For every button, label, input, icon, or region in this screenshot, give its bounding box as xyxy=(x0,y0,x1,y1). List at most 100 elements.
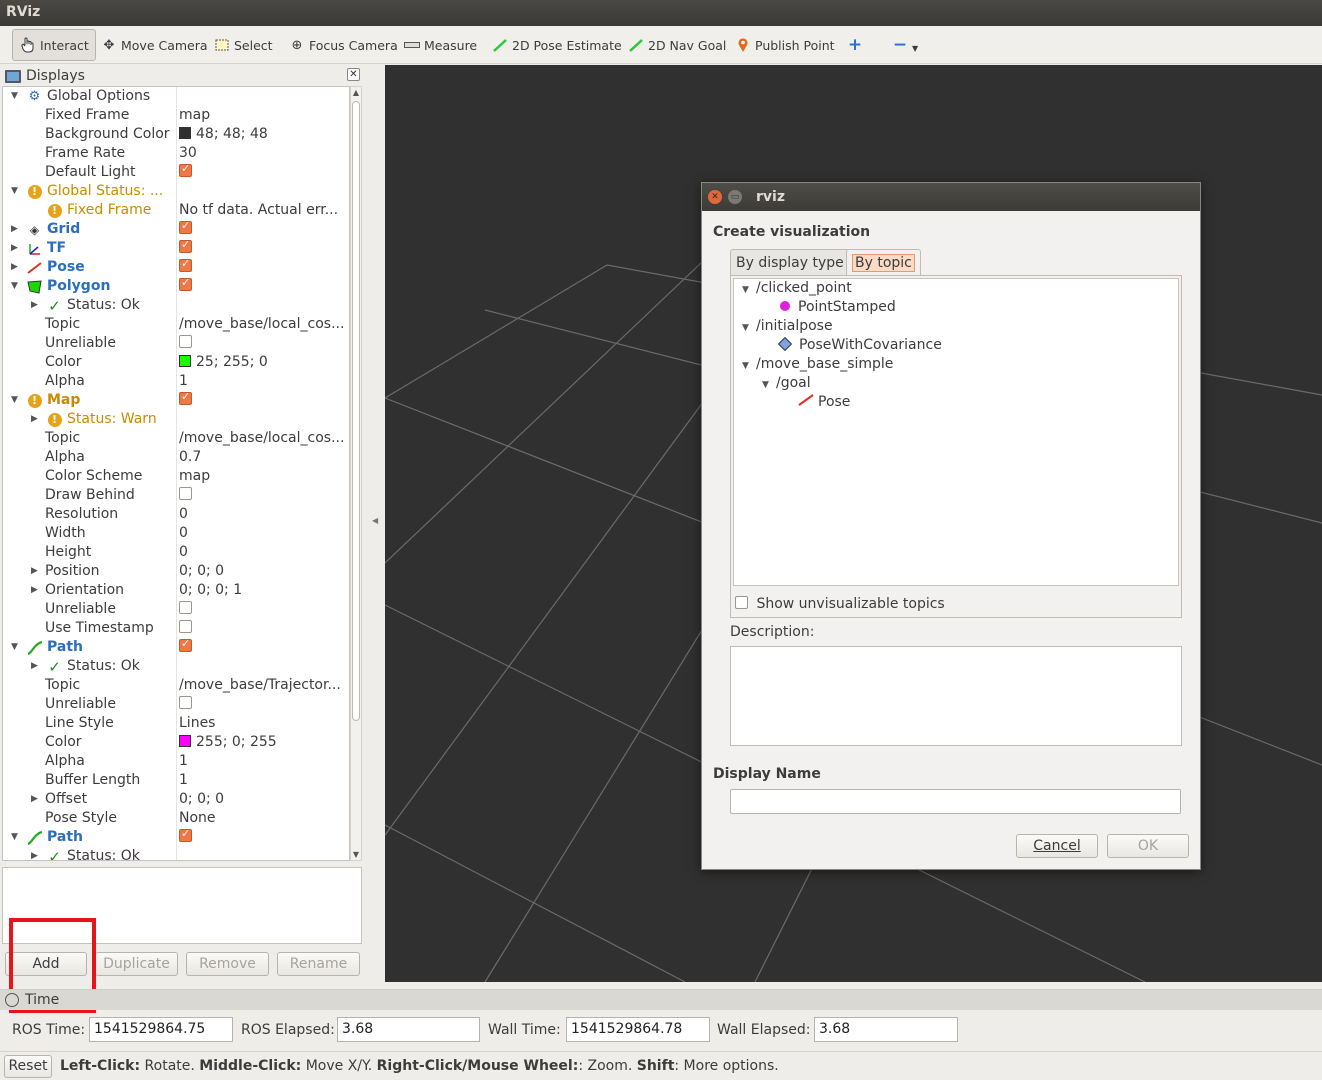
collapse-arrow-icon[interactable]: ▼ xyxy=(11,830,21,845)
display-row[interactable]: ▶ ✓ Status: Ok xyxy=(3,657,349,676)
tool-2d-nav-goal[interactable]: 2D Nav Goal xyxy=(627,29,726,61)
display-row[interactable]: ▶! Status: Warn xyxy=(3,410,349,429)
display-row-value-cell[interactable]: 0 xyxy=(179,544,347,560)
display-row-checkbox[interactable] xyxy=(179,240,347,256)
checkbox[interactable] xyxy=(179,487,192,500)
display-row-value-cell[interactable]: Lines xyxy=(179,715,347,731)
expand-arrow-icon[interactable]: ▶ xyxy=(11,222,21,237)
display-row[interactable]: Alpha 1 xyxy=(3,752,349,771)
display-row-value-cell[interactable]: 0 xyxy=(179,506,347,522)
display-row[interactable]: ▼ Path xyxy=(3,828,349,847)
display-row-checkbox[interactable] xyxy=(179,164,347,180)
display-row-value-cell[interactable]: 48; 48; 48 xyxy=(179,126,347,142)
topic-item[interactable]: ▼ /clicked_point xyxy=(742,279,852,298)
display-row-checkbox[interactable] xyxy=(179,829,347,845)
checkbox[interactable] xyxy=(179,221,192,234)
topic-item[interactable]: ▼ /initialpose xyxy=(742,317,833,336)
expand-arrow-icon[interactable]: ▶ xyxy=(31,849,41,860)
display-name-input[interactable] xyxy=(730,789,1181,814)
display-row-value-cell[interactable]: map xyxy=(179,107,347,123)
display-row-value-cell[interactable]: No tf data. Actual err... xyxy=(179,202,347,218)
cancel-button[interactable]: Cancel xyxy=(1016,834,1098,858)
display-row-value-cell[interactable]: 0 xyxy=(179,525,347,541)
display-row-checkbox[interactable] xyxy=(179,392,347,408)
checkbox[interactable] xyxy=(179,696,192,709)
tool-focus-camera[interactable]: ⊕ Focus Camera xyxy=(288,29,398,61)
checkbox[interactable] xyxy=(179,829,192,842)
tab-by-display-type[interactable]: By display type xyxy=(730,249,850,275)
tool-publish-point[interactable]: Publish Point xyxy=(734,29,835,61)
minimize-icon[interactable]: ▭ xyxy=(728,190,742,204)
display-row[interactable]: Color 255; 0; 255 xyxy=(3,733,349,752)
remove-button[interactable]: Remove xyxy=(186,952,269,976)
display-row-value-cell[interactable]: map xyxy=(179,468,347,484)
checkbox[interactable] xyxy=(179,278,192,291)
display-row[interactable]: Use Timestamp xyxy=(3,619,349,638)
expand-arrow-icon[interactable]: ▶ xyxy=(31,792,41,807)
checkbox[interactable] xyxy=(179,164,192,177)
display-row-value-cell[interactable]: None xyxy=(179,810,347,826)
checkbox[interactable] xyxy=(735,596,748,609)
wall-time-field[interactable]: 1541529864.78 xyxy=(566,1017,710,1042)
display-row-value-cell[interactable]: /move_base/local_cos... xyxy=(179,316,347,332)
display-row[interactable]: Fixed Frame map xyxy=(3,106,349,125)
display-row[interactable]: Unreliable xyxy=(3,600,349,619)
display-row[interactable]: ▼! Global Status: ... xyxy=(3,182,349,201)
display-type-item[interactable]: Pose xyxy=(798,393,850,412)
collapse-arrow-icon[interactable]: ▼ xyxy=(11,393,21,408)
checkbox[interactable] xyxy=(179,639,192,652)
display-row[interactable]: Color 25; 255; 0 xyxy=(3,353,349,372)
scroll-down-icon[interactable]: ▼ xyxy=(351,850,361,859)
checkbox[interactable] xyxy=(179,240,192,253)
topic-tree[interactable]: ▼ /clicked_point PointStamped ▼ /initialpo… xyxy=(733,278,1179,586)
display-row[interactable]: Draw Behind xyxy=(3,486,349,505)
display-row[interactable]: ▶ ◈ Grid xyxy=(3,220,349,239)
expand-arrow-icon[interactable]: ▶ xyxy=(31,583,41,598)
expand-arrow-icon[interactable]: ▶ xyxy=(11,241,21,256)
displays-tree[interactable]: ▼ ⚙ Global Options Fixed Frame map Background… xyxy=(2,86,350,861)
display-row[interactable]: ▶ TF xyxy=(3,239,349,258)
topic-item[interactable]: ▼ /goal xyxy=(762,374,811,393)
display-row[interactable]: ▶ ✓ Status: Ok xyxy=(3,296,349,315)
close-icon[interactable]: ✕ xyxy=(708,190,722,204)
display-row-value-cell[interactable]: 30 xyxy=(179,145,347,161)
display-row[interactable]: Frame Rate 30 xyxy=(3,144,349,163)
display-row-value-cell[interactable]: 25; 255; 0 xyxy=(179,354,347,370)
color-swatch[interactable] xyxy=(179,127,191,139)
display-row-checkbox[interactable] xyxy=(179,259,347,275)
expand-arrow-icon[interactable]: ▶ xyxy=(31,412,41,427)
display-row[interactable]: ▶ Pose xyxy=(3,258,349,277)
display-row[interactable]: Pose Style None xyxy=(3,809,349,828)
collapse-arrow-icon[interactable]: ▼ xyxy=(11,640,21,655)
display-row-value-cell[interactable]: 0; 0; 0 xyxy=(179,791,347,807)
color-swatch[interactable] xyxy=(179,735,191,747)
display-row-checkbox[interactable] xyxy=(179,639,347,655)
display-type-item[interactable]: PointStamped xyxy=(780,298,896,317)
display-row[interactable]: Unreliable xyxy=(3,695,349,714)
tool-measure[interactable]: Measure xyxy=(403,29,477,61)
scroll-up-icon[interactable]: ▲ xyxy=(351,88,361,97)
display-row-value-cell[interactable]: 0; 0; 0 xyxy=(179,563,347,579)
wall-elapsed-field[interactable]: 3.68 xyxy=(814,1017,958,1042)
checkbox[interactable] xyxy=(179,601,192,614)
display-row-checkbox[interactable] xyxy=(179,278,347,294)
display-row[interactable]: Alpha 0.7 xyxy=(3,448,349,467)
display-row-checkbox[interactable] xyxy=(179,487,347,503)
add-tool-button[interactable]: + xyxy=(846,29,867,61)
checkbox[interactable] xyxy=(179,392,192,405)
display-row[interactable]: Height 0 xyxy=(3,543,349,562)
tool-2d-pose-estimate[interactable]: 2D Pose Estimate xyxy=(491,29,622,61)
display-row-checkbox[interactable] xyxy=(179,601,347,617)
tool-select[interactable]: Select xyxy=(213,29,273,61)
checkbox[interactable] xyxy=(179,620,192,633)
display-row[interactable]: Buffer Length 1 xyxy=(3,771,349,790)
expand-arrow-icon[interactable]: ▶ xyxy=(31,659,41,674)
display-row-value-cell[interactable]: /move_base/local_cos... xyxy=(179,430,347,446)
display-row[interactable]: ▶ Offset 0; 0; 0 xyxy=(3,790,349,809)
display-row[interactable]: Background Color 48; 48; 48 xyxy=(3,125,349,144)
display-row[interactable]: ▼ Polygon xyxy=(3,277,349,296)
display-row-checkbox[interactable] xyxy=(179,221,347,237)
display-row-value-cell[interactable]: 1 xyxy=(179,753,347,769)
display-row-checkbox[interactable] xyxy=(179,696,347,712)
display-row[interactable]: ▶ Position 0; 0; 0 xyxy=(3,562,349,581)
